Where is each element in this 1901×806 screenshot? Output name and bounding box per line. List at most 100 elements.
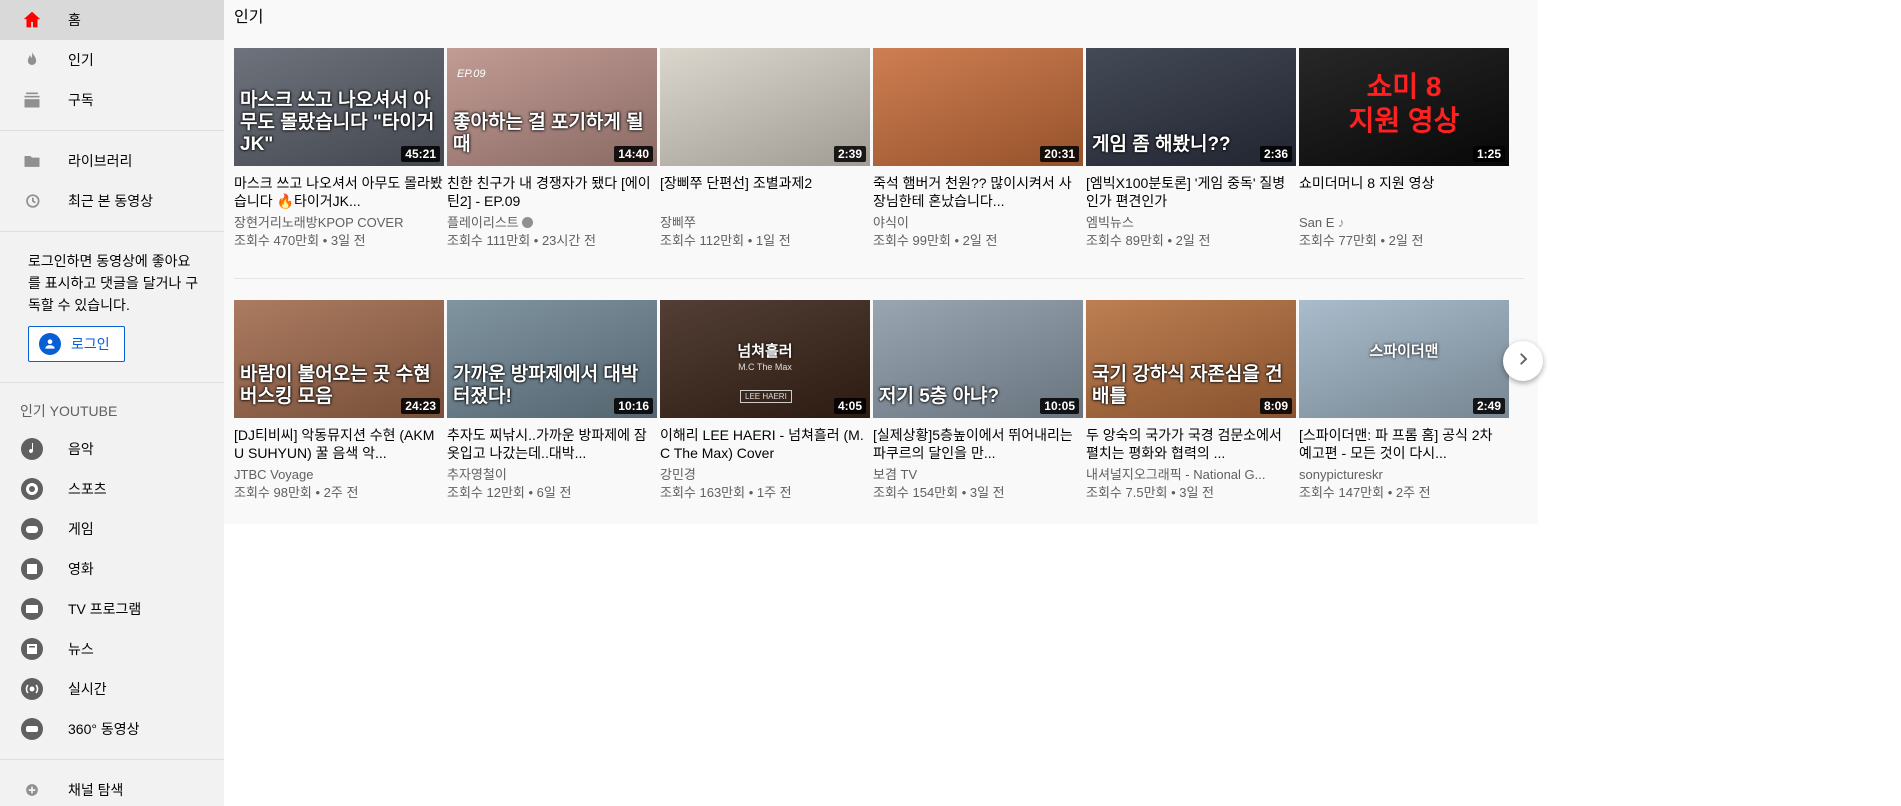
sidebar-item-home[interactable]: 홈 (0, 0, 224, 40)
video-thumbnail[interactable]: 스파이더맨 2:49 (1299, 300, 1509, 418)
video-card[interactable]: 넘쳐흘러 M.C The Max LEE HAERI 4:05 이해리 LEE HAER… (660, 300, 870, 502)
video-card[interactable]: 2:39 [장삐쭈 단편선] 조별과제2 장삐쭈조회수 112만회 • 1일 전 (660, 48, 870, 250)
video-card[interactable]: EP.09 좋아하는 걸 포기하게 될 때 14:40 친한 친구가 내 경쟁자가 됐… (447, 48, 657, 250)
video-card[interactable]: 쇼미 8 지원 영상 1:25 쇼미더머니 8 지원 영상 San E ♪ 조회수 77… (1299, 48, 1509, 250)
channel-name[interactable]: 야식이 (873, 214, 1083, 232)
video-thumbnail[interactable]: 마스크 쓰고 나오셔서 아무도 몰랐습니다 "타이거JK" 45:21 (234, 48, 444, 166)
video-thumbnail[interactable]: 게임 좀 해봤니?? 2:36 (1086, 48, 1296, 166)
signin-text: 로그인하면 동영상에 좋아요를 표시하고 댓글을 달거나 구독할 수 있습니다. (28, 253, 199, 313)
video-title[interactable]: 이해리 LEE HAERI - 넘쳐흘러 (M.C The Max) Cover (660, 426, 870, 462)
sidebar-item-music[interactable]: 음악 (0, 429, 224, 469)
sidebar-item-folder[interactable]: 라이브러리 (0, 141, 224, 181)
video-title[interactable]: [엠빅X100분토론] '게임 중독' 질병인가 편견인가 (1086, 174, 1296, 210)
channel-name[interactable]: 강민경 (660, 466, 870, 484)
video-title[interactable]: 죽석 햄버거 천원?? 많이시켜서 사장님한테 혼났습니다... (873, 174, 1083, 210)
next-shelf-button[interactable] (1503, 341, 1543, 381)
video-meta: 조회수 112만회 • 1일 전 (660, 233, 791, 248)
channel-name-text: 강민경 (660, 467, 696, 482)
channel-name-text: JTBC Voyage (234, 467, 314, 482)
video-card[interactable]: 게임 좀 해봤니?? 2:36 [엠빅X100분토론] '게임 중독' 질병인가 편… (1086, 48, 1296, 250)
sidebar-item-label: 영화 (68, 561, 94, 577)
flame-icon (20, 48, 44, 72)
video-title[interactable]: [실제상황]5층높이에서 뛰어내리는 파쿠르의 달인을 만... (873, 426, 1083, 462)
channel-name-text: 엠빅뉴스 (1086, 215, 1134, 230)
channel-name-text: 야식이 (873, 215, 909, 230)
video-card[interactable]: 스파이더맨 2:49 [스파이더맨: 파 프롬 홈] 공식 2차 예고편 - 모든 … (1299, 300, 1509, 502)
video-title[interactable]: 친한 친구가 내 경쟁자가 됐다 [에이틴2] - EP.09 (447, 174, 657, 210)
channel-name[interactable]: 보겸 TV (873, 466, 1083, 484)
movie-icon (20, 557, 44, 581)
sidebar-item-history[interactable]: 최근 본 동영상 (0, 181, 224, 221)
history-icon (20, 189, 44, 213)
channel-name-text: 장삐쭈 (660, 215, 696, 230)
sports-icon (20, 477, 44, 501)
video-title[interactable]: 두 앙숙의 국가가 국경 검문소에서 펼치는 평화와 협력의 ... (1086, 426, 1296, 462)
sidebar: 홈 인기 구독 라이브러리 최근 본 동영상 로그인하면 동영상에 좋아요를 표시하고… (0, 0, 224, 806)
folder-icon (20, 149, 44, 173)
video-thumbnail[interactable]: 넘쳐흘러 M.C The Max LEE HAERI 4:05 (660, 300, 870, 418)
duration-badge: 20:31 (1040, 146, 1079, 162)
video-meta: 조회수 111만회 • 23시간 전 (447, 233, 596, 248)
channel-name[interactable]: 내셔널지오그래픽 - National G... (1086, 466, 1296, 484)
video-meta: 조회수 77만회 • 2일 전 (1299, 233, 1424, 248)
verified-icon (522, 217, 534, 228)
video-title[interactable]: 마스크 쓰고 나오셔서 아무도 몰라봤습니다 🔥타이거JK... (234, 174, 444, 210)
thumbnail-caption: 쇼미 8 지원 영상 (1348, 71, 1460, 136)
video-thumbnail[interactable]: 국기 강하식 자존심을 건 배틀 8:09 (1086, 300, 1296, 418)
video-card[interactable]: 가까운 방파제에서 대박 터졌다! 10:16 추자도 찌낚시..가까운 방파제에 … (447, 300, 657, 502)
episode-label: EP.09 (457, 68, 486, 80)
channel-name[interactable]: 장현거리노래방KPOP COVER (234, 214, 444, 232)
channel-name[interactable]: 플레이리스트 (447, 214, 657, 232)
video-meta: 조회수 147만회 • 2주 전 (1299, 485, 1431, 500)
video-card[interactable]: 저기 5층 아냐? 10:05 [실제상황]5층높이에서 뛰어내리는 파쿠르의 달인… (873, 300, 1083, 502)
tv-icon (20, 597, 44, 621)
channel-name[interactable]: JTBC Voyage (234, 466, 444, 484)
chevron-right-icon (1514, 350, 1532, 373)
video-thumbnail[interactable]: 가까운 방파제에서 대박 터졌다! 10:16 (447, 300, 657, 418)
sidebar-item-news[interactable]: 뉴스 (0, 629, 224, 669)
divider (0, 231, 224, 232)
video-thumbnail[interactable]: 바람이 불어오는 곳 수현 버스킹 모음 24:23 (234, 300, 444, 418)
video-title[interactable]: [DJ티비씨] 악동뮤지션 수현 (AKMU SUHYUN) 꿀 음색 악... (234, 426, 444, 462)
sidebar-item-movie[interactable]: 영화 (0, 549, 224, 589)
sidebar-item-sports[interactable]: 스포츠 (0, 469, 224, 509)
vr360-icon (20, 717, 44, 741)
channel-name[interactable]: 추자영철이 (447, 466, 657, 484)
video-thumbnail[interactable]: 저기 5층 아냐? 10:05 (873, 300, 1083, 418)
video-card[interactable]: 마스크 쓰고 나오셔서 아무도 몰랐습니다 "타이거JK" 45:21 마스크 쓰고… (234, 48, 444, 250)
subscriptions-icon (20, 88, 44, 112)
gaming-icon (20, 517, 44, 541)
channel-name[interactable]: 장삐쭈 (660, 214, 870, 232)
sidebar-item-label: 실시간 (68, 681, 107, 697)
channel-name[interactable]: 엠빅뉴스 (1086, 214, 1296, 232)
video-card[interactable]: 20:31 죽석 햄버거 천원?? 많이시켜서 사장님한테 혼났습니다... 야식이… (873, 48, 1083, 250)
sidebar-item-vr360[interactable]: 360° 동영상 (0, 709, 224, 749)
music-note-icon: ♪ (1338, 215, 1345, 230)
signin-button[interactable]: 로그인 (28, 326, 125, 362)
video-title[interactable]: [스파이더맨: 파 프롬 홈] 공식 2차 예고편 - 모든 것이 다시... (1299, 426, 1509, 462)
video-thumbnail[interactable]: EP.09 좋아하는 걸 포기하게 될 때 14:40 (447, 48, 657, 166)
sidebar-item-label: 뉴스 (68, 641, 94, 657)
video-title[interactable]: 쇼미더머니 8 지원 영상 (1299, 174, 1509, 210)
video-thumbnail[interactable]: 2:39 (660, 48, 870, 166)
video-title[interactable]: [장삐쭈 단편선] 조별과제2 (660, 174, 870, 210)
sidebar-item-gaming[interactable]: 게임 (0, 509, 224, 549)
video-thumbnail[interactable]: 20:31 (873, 48, 1083, 166)
duration-badge: 2:36 (1259, 146, 1292, 162)
channel-name[interactable]: sonypictureskr (1299, 466, 1509, 484)
sidebar-item-subscriptions[interactable]: 구독 (0, 80, 224, 120)
channel-name[interactable]: San E ♪ (1299, 214, 1509, 232)
video-meta: 조회수 12만회 • 6일 전 (447, 485, 572, 500)
live-icon (20, 677, 44, 701)
sidebar-item-live[interactable]: 실시간 (0, 669, 224, 709)
video-card[interactable]: 국기 강하식 자존심을 건 배틀 8:09 두 앙숙의 국가가 국경 검문소에서 펼… (1086, 300, 1296, 502)
sidebar-item-label: 스포츠 (68, 481, 107, 497)
video-card[interactable]: 바람이 불어오는 곳 수현 버스킹 모음 24:23 [DJ티비씨] 악동뮤지션 수… (234, 300, 444, 502)
sidebar-item-tv[interactable]: TV 프로그램 (0, 589, 224, 629)
signin-promo: 로그인하면 동영상에 좋아요를 표시하고 댓글을 달거나 구독할 수 있습니다.… (0, 242, 224, 372)
video-title[interactable]: 추자도 찌낚시..가까운 방파제에 잠옷입고 나갔는데..대박... (447, 426, 657, 462)
sidebar-item-flame[interactable]: 인기 (0, 40, 224, 80)
sidebar-item-browse-channels[interactable]: 채널 탐색 (0, 770, 224, 806)
video-thumbnail[interactable]: 쇼미 8 지원 영상 1:25 (1299, 48, 1509, 166)
divider (0, 759, 224, 760)
